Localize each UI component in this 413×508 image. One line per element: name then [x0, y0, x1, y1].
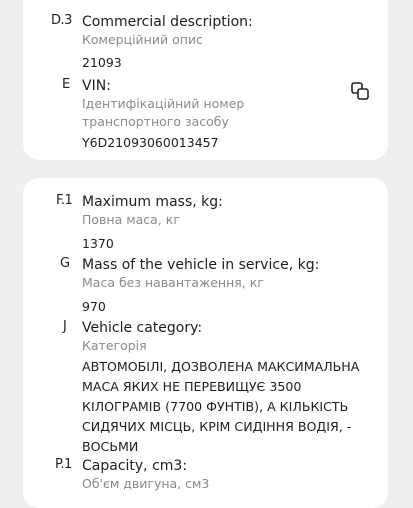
field-value: 1370	[82, 236, 114, 251]
field-value: 970	[82, 299, 106, 314]
vehicle-identity-card: D.3 Commercial description: Комерційний …	[23, 0, 388, 160]
field-sublabel: Ідентифікаційний номер транспортного зас…	[82, 96, 245, 129]
field-label: Capacity, cm3:	[82, 458, 188, 474]
field-sublabel: Повна маса, кг	[82, 212, 180, 227]
field-label: Commercial description:	[82, 14, 253, 30]
field-value: 21093	[82, 55, 122, 70]
field-value[interactable]: Y6D21093060013457	[82, 133, 328, 152]
vehicle-mass-card: F.1 Maximum mass, kg: Повна маса, кг 137…	[23, 178, 388, 508]
field-label: VIN:	[82, 78, 111, 94]
field-sublabel: Маса без навантаження, кг	[82, 275, 264, 290]
copy-icon[interactable]	[350, 81, 370, 101]
field-sublabel: Категорія	[82, 338, 147, 353]
field-label: Mass of the vehicle in service, kg:	[82, 257, 320, 273]
field-sublabel: Об'єм двигуна, см3	[82, 476, 210, 491]
field-sublabel: Комерційний опис	[82, 32, 203, 47]
field-label: Maximum mass, kg:	[82, 194, 223, 210]
field-value: АВТОМОБІЛІ, ДОЗВОЛЕНА МАКСИМАЛЬНА МАСА Я…	[82, 359, 360, 454]
field-label: Vehicle category:	[82, 320, 203, 336]
